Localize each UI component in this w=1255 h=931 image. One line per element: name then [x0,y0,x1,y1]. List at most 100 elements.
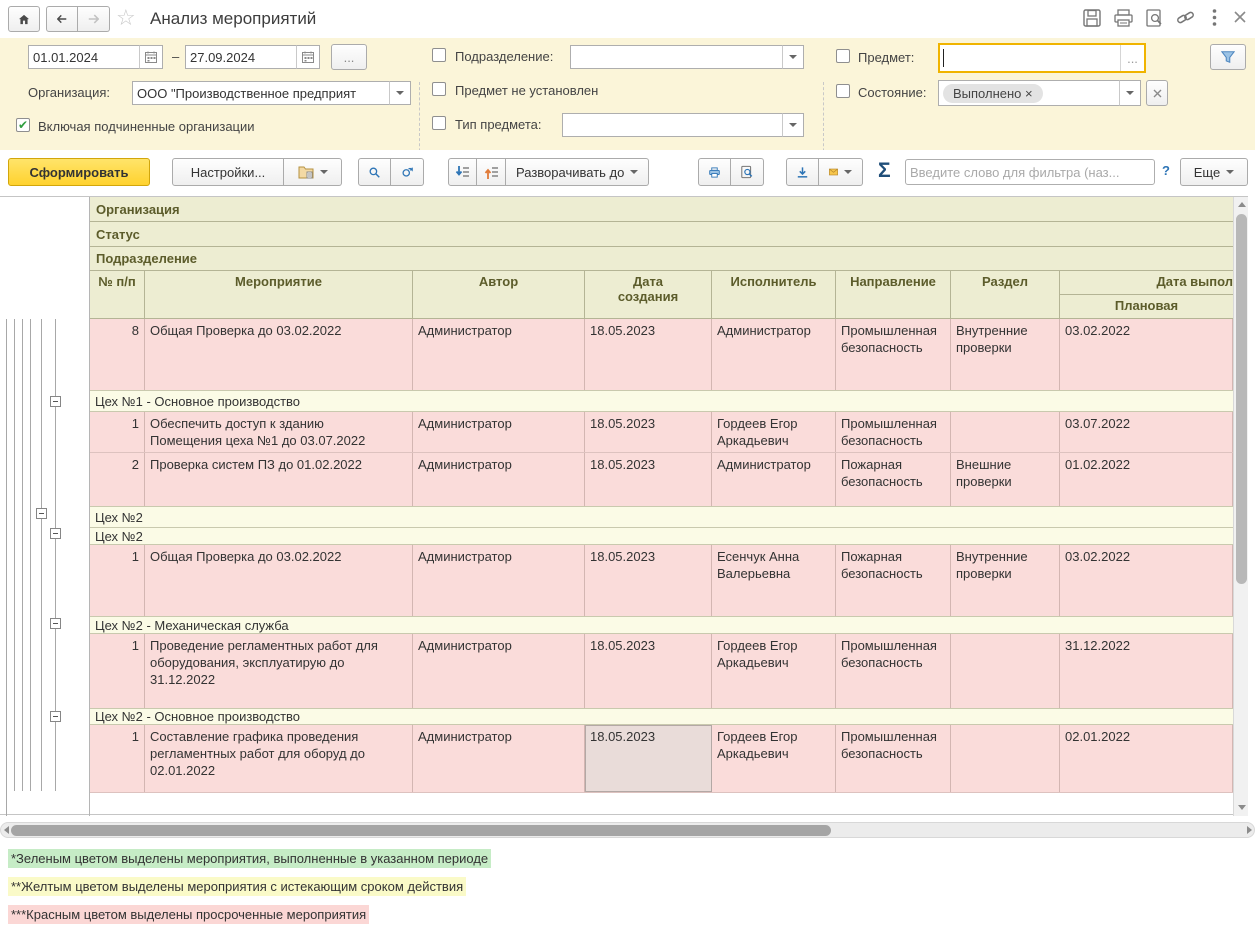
print-icon[interactable] [1114,9,1133,27]
cell-event[interactable]: Составление графика проведения регламент… [145,725,413,792]
header-group-row[interactable]: Статус [90,222,1233,247]
state-field[interactable]: Выполнено × [938,80,1120,106]
generate-button[interactable]: Сформировать [8,158,150,186]
cell-section[interactable]: Внутренние проверки [951,545,1060,616]
header-group-row[interactable]: Организация [90,197,1233,222]
subject-not-set-checkbox[interactable] [432,82,446,96]
horizontal-scrollbar[interactable] [0,822,1255,838]
table-row[interactable]: 2Проверка систем ПЗ до 01.02.2022Админис… [90,453,1233,507]
scroll-right-arrow[interactable] [1247,826,1252,834]
cell-created[interactable]: 18.05.2023 [585,319,712,390]
collapse-group-box[interactable] [50,618,61,629]
division-combobox[interactable] [570,45,783,69]
help-button[interactable]: ? [1162,163,1170,178]
horizontal-scrollbar-thumb[interactable] [11,825,831,836]
collapse-groups-button[interactable] [477,158,506,186]
cell-executor[interactable]: Гордеев Егор Аркадьевич [712,725,836,792]
cell-event[interactable]: Общая Проверка до 03.02.2022 [145,545,413,616]
vertical-scrollbar[interactable] [1233,197,1248,816]
print-report-button[interactable] [698,158,731,186]
subject-type-checkbox[interactable] [432,116,446,130]
state-checkbox[interactable] [836,84,850,98]
state-tag[interactable]: Выполнено × [943,84,1043,103]
cell-created[interactable]: 18.05.2023 [585,545,712,616]
subject-input-text[interactable] [940,45,1120,71]
link-icon[interactable] [1176,9,1195,27]
cell-executor[interactable]: Гордеев Егор Аркадьевич [712,634,836,708]
cell-planned[interactable]: 03.02.2022 [1060,545,1233,616]
date-to-input[interactable]: 27.09.2024 [185,45,297,69]
quick-filter-input[interactable]: Введите слово для фильтра (наз... [905,159,1155,185]
cell-event[interactable]: Проверка систем ПЗ до 01.02.2022 [145,453,413,506]
collapse-group-box[interactable] [50,711,61,722]
cell-num[interactable]: 8 [90,319,145,390]
cell-planned[interactable]: 03.02.2022 [1060,319,1233,390]
cell-author[interactable]: Администратор [413,412,585,452]
cell-direction[interactable]: Пожарная безопасность [836,453,951,506]
home-button[interactable] [8,6,40,32]
cell-direction[interactable]: Промышленная безопасность [836,412,951,452]
period-more-button[interactable]: ... [331,44,367,70]
sum-button[interactable]: Σ [878,159,891,183]
table-row[interactable]: 1Общая Проверка до 03.02.2022Администрат… [90,545,1233,617]
cell-executor[interactable]: Администратор [712,319,836,390]
organization-dropdown-button[interactable] [389,81,411,105]
cell-executor[interactable]: Гордеев Егор Аркадьевич [712,412,836,452]
division-dropdown-button[interactable] [782,45,804,69]
expand-groups-button[interactable] [448,158,477,186]
preview-icon[interactable] [1146,9,1163,27]
date-from-input[interactable]: 01.01.2024 [28,45,140,69]
back-button[interactable] [46,6,78,32]
close-icon[interactable] [1233,10,1247,24]
division-checkbox[interactable] [432,48,446,62]
print-preview-button[interactable] [731,158,764,186]
more-actions-button[interactable]: Еще [1180,158,1248,186]
column-header[interactable]: Мероприятие [145,271,413,318]
group-row[interactable]: Цех №2 [90,527,1233,545]
organization-combobox[interactable]: ООО "Производственное предприят [132,81,390,105]
cell-section[interactable] [951,634,1060,708]
column-header[interactable]: Направление [836,271,951,318]
table-row[interactable]: 1Проведение регламентных работ для обору… [90,634,1233,709]
save-icon[interactable] [1083,9,1101,27]
column-header[interactable]: № п/п [90,271,145,318]
table-row[interactable]: 8Общая Проверка до 03.02.2022 Администрат… [90,319,1233,391]
cell-num[interactable]: 2 [90,453,145,506]
date-to-calendar-button[interactable] [296,45,320,69]
state-dropdown-button[interactable] [1119,80,1141,106]
save-report-button[interactable] [786,158,819,186]
cell-created[interactable]: 18.05.2023 [585,725,712,792]
collapse-group-box[interactable] [50,396,61,407]
cell-planned[interactable]: 01.02.2022 [1060,453,1233,506]
group-row[interactable]: Цех №2 [90,506,1233,528]
cell-num[interactable]: 1 [90,634,145,708]
cell-section[interactable] [951,725,1060,792]
expand-to-button[interactable]: Разворачивать до [506,158,649,186]
cell-created[interactable]: 18.05.2023 [585,453,712,506]
cell-direction[interactable]: Промышленная безопасность [836,319,951,390]
cell-event[interactable]: Проведение регламентных работ для оборуд… [145,634,413,708]
scroll-down-arrow[interactable] [1238,805,1246,810]
cell-direction[interactable]: Промышленная безопасность [836,634,951,708]
cell-num[interactable]: 1 [90,545,145,616]
column-header-date-group[interactable]: Дата выполПлановая [1060,271,1233,318]
more-menu-icon[interactable] [1212,8,1217,27]
cell-direction[interactable]: Пожарная безопасность [836,545,951,616]
cell-num[interactable]: 1 [90,412,145,452]
state-clear-button[interactable] [1146,80,1168,106]
cell-planned[interactable]: 31.12.2022 [1060,634,1233,708]
cell-section[interactable]: Внешние проверки [951,453,1060,506]
search-again-button[interactable] [391,158,424,186]
cell-direction[interactable]: Промышленная безопасность [836,725,951,792]
subject-input[interactable]: ... [938,43,1146,73]
favorite-star-icon[interactable]: ☆ [116,6,136,30]
column-header[interactable]: Раздел [951,271,1060,318]
cell-event[interactable]: Общая Проверка до 03.02.2022 [145,319,413,390]
collapse-group-box[interactable] [50,528,61,539]
cell-event[interactable]: Обеспечить доступ к зданию Помещения цех… [145,412,413,452]
send-email-button[interactable] [819,158,863,186]
subject-more-button[interactable]: ... [1120,45,1144,71]
cell-planned[interactable]: 02.01.2022 [1060,725,1233,792]
include-subordinate-checkbox[interactable]: ✔ [16,118,30,132]
filter-settings-button[interactable] [1210,44,1246,70]
